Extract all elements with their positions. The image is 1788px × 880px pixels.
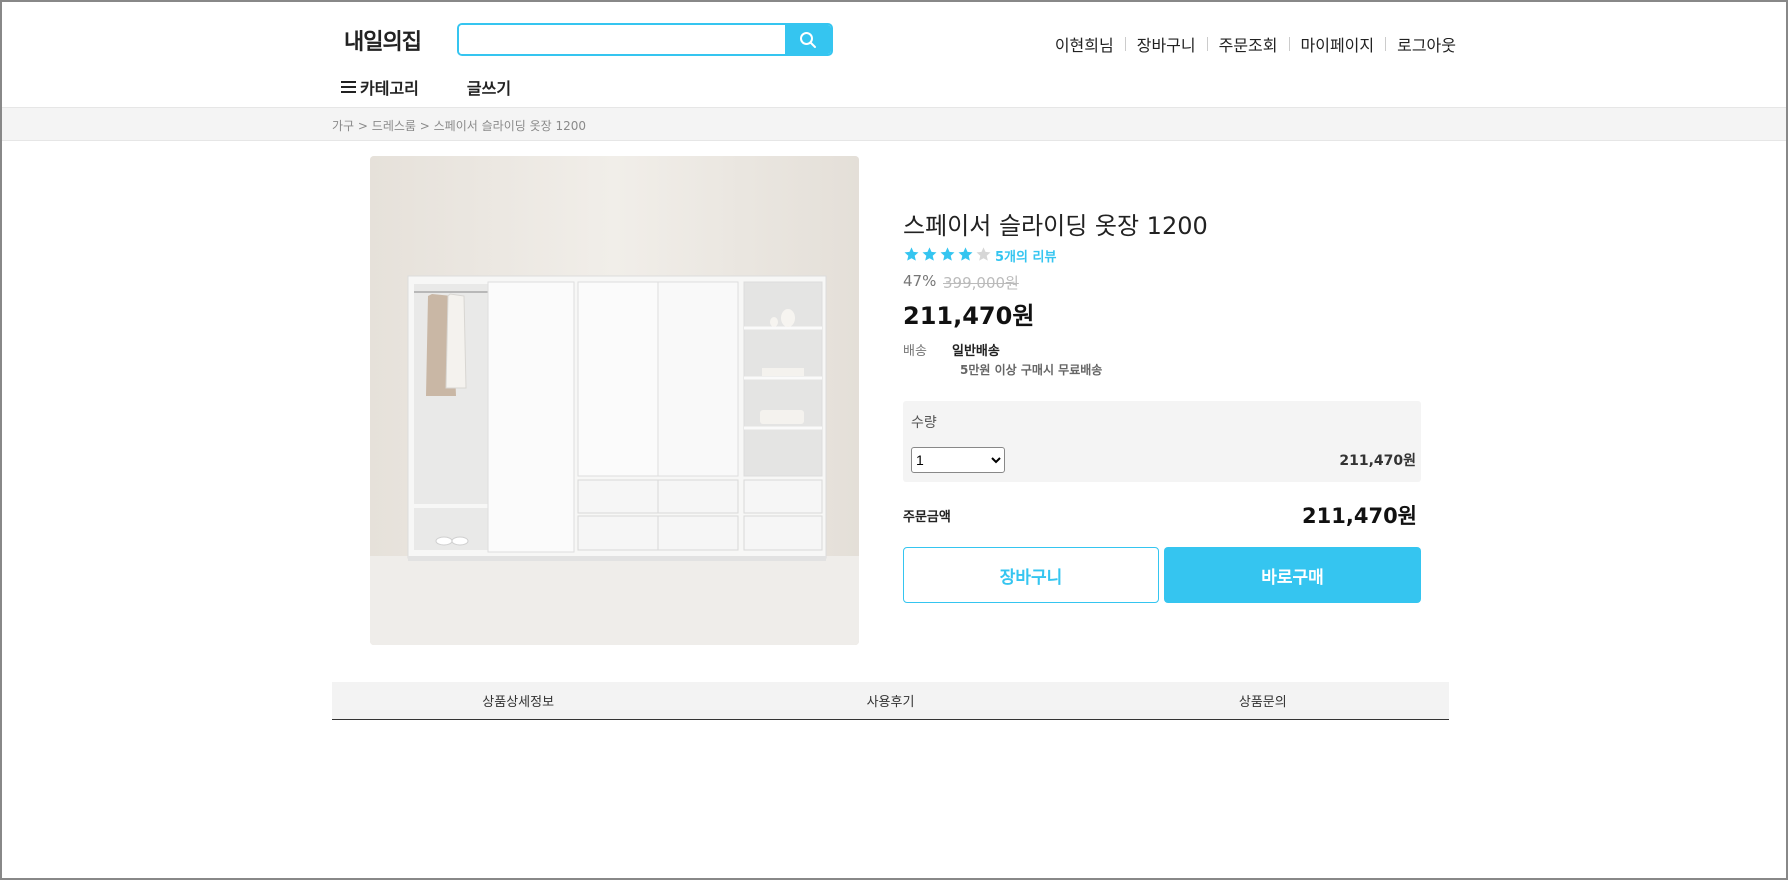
- nav-cart[interactable]: 장바구니: [1137, 32, 1196, 56]
- tab-product-detail[interactable]: 상품상세정보: [332, 682, 704, 719]
- nav-order-lookup[interactable]: 주문조회: [1219, 32, 1278, 56]
- nav-divider: [1206, 37, 1208, 51]
- write-link[interactable]: 글쓰기: [467, 75, 511, 99]
- product-tabs: 상품상세정보 사용후기 상품문의: [332, 682, 1449, 720]
- sale-price: 211,470원: [903, 302, 1035, 330]
- star-icon: [958, 247, 973, 261]
- breadcrumb-separator: >: [415, 119, 434, 133]
- search-button[interactable]: [785, 25, 831, 54]
- discount-rate: 47%: [903, 272, 937, 290]
- star-empty-icon: [976, 247, 991, 261]
- search-icon: [800, 31, 816, 48]
- search-bar: [457, 23, 833, 56]
- hamburger-icon: [341, 81, 356, 93]
- order-total-label: 주문금액: [903, 510, 951, 525]
- nav-divider: [1288, 37, 1290, 51]
- category-label: 카테고리: [360, 79, 419, 98]
- product-image[interactable]: [370, 156, 859, 645]
- breadcrumb-bar: [2, 107, 1786, 141]
- original-price: 399,000원: [943, 274, 1019, 292]
- nav-my-page[interactable]: 마이페이지: [1301, 32, 1375, 56]
- breadcrumb-item-furniture[interactable]: 가구: [332, 119, 354, 133]
- review-count-link[interactable]: 5개의 리뷰: [995, 246, 1056, 265]
- site-logo[interactable]: 내일의집: [344, 24, 422, 56]
- star-icon: [922, 247, 937, 261]
- order-total-price: 211,470원: [1302, 504, 1417, 528]
- breadcrumb-item-product[interactable]: 스페이서 슬라이딩 옷장 1200: [434, 119, 586, 133]
- product-title: 스페이서 슬라이딩 옷장 1200: [903, 212, 1208, 240]
- tab-reviews[interactable]: 사용후기: [704, 682, 1076, 719]
- quantity-label: 수량: [911, 415, 937, 431]
- star-icon: [940, 247, 955, 261]
- star-icon: [904, 247, 919, 261]
- top-nav: 이현희님 장바구니 주문조회 마이페이지 로그아웃: [1055, 32, 1456, 56]
- nav-logout[interactable]: 로그아웃: [1397, 32, 1456, 56]
- nav-divider: [1385, 37, 1387, 51]
- star-rating: [903, 246, 992, 262]
- search-input[interactable]: [459, 25, 785, 54]
- category-nav: 카테고리 글쓰기: [341, 75, 511, 99]
- tab-inquiry[interactable]: 상품문의: [1077, 682, 1449, 719]
- buy-now-button[interactable]: 바로구매: [1164, 547, 1421, 603]
- quantity-select[interactable]: 12345: [911, 447, 1005, 473]
- breadcrumb-separator: >: [354, 119, 372, 133]
- shipping-type: 일반배송: [952, 344, 1000, 359]
- shipping-note: 5만원 이상 구매시 무료배송: [960, 363, 1103, 377]
- nav-user-name[interactable]: 이현희님: [1055, 32, 1114, 56]
- breadcrumb-item-dressroom[interactable]: 드레스룸: [372, 119, 416, 133]
- nav-divider: [1124, 37, 1126, 51]
- shipping-label: 배송: [903, 344, 927, 359]
- category-menu-button[interactable]: 카테고리: [341, 75, 419, 99]
- breadcrumb: 가구 > 드레스룸 > 스페이서 슬라이딩 옷장 1200: [332, 117, 586, 134]
- line-price: 211,470원: [1339, 453, 1416, 469]
- add-to-cart-button[interactable]: 장바구니: [903, 547, 1159, 603]
